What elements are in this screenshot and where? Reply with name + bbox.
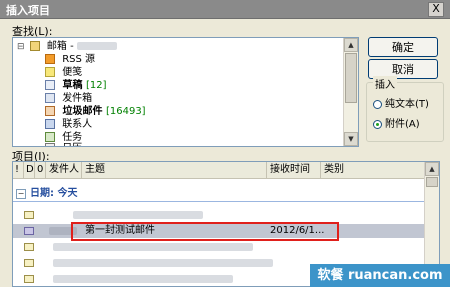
tree-scrollbar[interactable]: ▲ ▼ bbox=[343, 38, 358, 146]
watermark: 软餐 ruancan.com bbox=[310, 264, 450, 287]
tree-item-junk[interactable]: 垃圾邮件 [16493] bbox=[45, 106, 146, 118]
column-importance[interactable]: ! bbox=[13, 162, 24, 178]
folder-tree[interactable]: ⊟ 邮箱 - RSS 源 便笺 草稿 [12] 发件箱 垃圾邮件 [16493]… bbox=[12, 37, 359, 147]
tree-item-label: 联系人 bbox=[62, 119, 93, 130]
title-bar: 插入项目 X bbox=[0, 0, 450, 19]
highlight-box bbox=[71, 222, 339, 241]
redacted-text bbox=[73, 211, 203, 219]
tree-item-label: 邮箱 - bbox=[46, 41, 77, 52]
envelope-icon bbox=[24, 227, 34, 235]
envelope-icon bbox=[24, 211, 34, 219]
scroll-up-button[interactable]: ▲ bbox=[425, 162, 439, 176]
redacted-text bbox=[53, 259, 273, 267]
redacted-account bbox=[76, 42, 117, 50]
junk-icon bbox=[45, 106, 55, 116]
radio-icon bbox=[373, 99, 382, 109]
envelope-icon bbox=[24, 259, 34, 267]
column-category[interactable]: 类别 bbox=[321, 162, 425, 178]
tree-item-label: 草稿 bbox=[62, 80, 83, 91]
scroll-thumb[interactable] bbox=[426, 177, 438, 187]
tree-item-outbox[interactable]: 发件箱 bbox=[45, 93, 92, 105]
unread-count: [16493] bbox=[105, 106, 146, 117]
list-item[interactable] bbox=[13, 240, 425, 254]
collapse-icon[interactable]: ⊟ bbox=[17, 42, 25, 52]
column-sender[interactable]: 发件人 bbox=[46, 162, 82, 178]
group-header-today[interactable]: − 日期: 今天 bbox=[13, 187, 425, 202]
scroll-thumb[interactable] bbox=[345, 53, 357, 103]
tree-item-label: 垃圾邮件 bbox=[62, 106, 103, 117]
mailbox-icon bbox=[29, 41, 40, 51]
close-button[interactable]: X bbox=[428, 2, 444, 17]
rss-icon bbox=[45, 54, 55, 64]
tree-item-label: 发件箱 bbox=[62, 93, 93, 104]
envelope-icon bbox=[24, 243, 34, 251]
radio-plain-text[interactable]: 纯文本(T) bbox=[373, 95, 429, 110]
column-subject[interactable]: 主题 bbox=[82, 162, 267, 178]
scroll-down-button[interactable]: ▼ bbox=[344, 132, 358, 146]
collapse-icon[interactable]: − bbox=[16, 189, 26, 199]
tree-item-label: 便笺 bbox=[62, 67, 83, 78]
column-received[interactable]: 接收时间 bbox=[267, 162, 321, 178]
envelope-icon bbox=[24, 275, 34, 283]
list-item[interactable] bbox=[13, 208, 425, 222]
outbox-icon bbox=[45, 93, 55, 103]
window-title: 插入项目 bbox=[6, 4, 50, 17]
notes-icon bbox=[45, 67, 55, 77]
tree-item-label: RSS 源 bbox=[62, 54, 96, 65]
ok-button[interactable]: 确定 bbox=[368, 37, 438, 57]
scroll-up-button[interactable]: ▲ bbox=[344, 38, 358, 52]
tree-item-label: 日历 bbox=[62, 143, 82, 146]
radio-checked-icon bbox=[373, 119, 382, 129]
radio-attachment[interactable]: 附件(A) bbox=[373, 115, 420, 130]
radio-label: 附件(A) bbox=[385, 119, 420, 130]
column-icon[interactable]: D bbox=[24, 162, 35, 178]
column-header: ! D 0 发件人 主题 接收时间 类别 bbox=[13, 162, 425, 179]
redacted-text bbox=[53, 275, 233, 283]
drafts-icon bbox=[45, 80, 55, 90]
radio-label: 纯文本(T) bbox=[385, 99, 429, 110]
group-label: 日期: 今天 bbox=[30, 188, 78, 199]
tree-item-label: 任务 bbox=[62, 132, 83, 143]
tree-item-notes[interactable]: 便笺 bbox=[45, 67, 82, 79]
tree-item-contacts[interactable]: 联系人 bbox=[45, 119, 92, 131]
calendar-icon bbox=[45, 143, 55, 146]
group-title: 插入 bbox=[373, 76, 397, 91]
tree-item-mailbox[interactable]: ⊟ 邮箱 - bbox=[17, 41, 117, 53]
tree-item-calendar[interactable]: 日历 bbox=[45, 143, 82, 146]
column-attachment[interactable]: 0 bbox=[35, 162, 46, 178]
contacts-icon bbox=[45, 119, 55, 129]
tree-item-drafts[interactable]: 草稿 [12] bbox=[45, 80, 107, 92]
insert-as-group: 插入 纯文本(T) 附件(A) bbox=[366, 76, 444, 142]
tasks-icon bbox=[45, 132, 55, 142]
unread-count: [12] bbox=[85, 80, 107, 91]
redacted-text bbox=[53, 243, 253, 251]
tree-item-rss[interactable]: RSS 源 bbox=[45, 54, 95, 66]
